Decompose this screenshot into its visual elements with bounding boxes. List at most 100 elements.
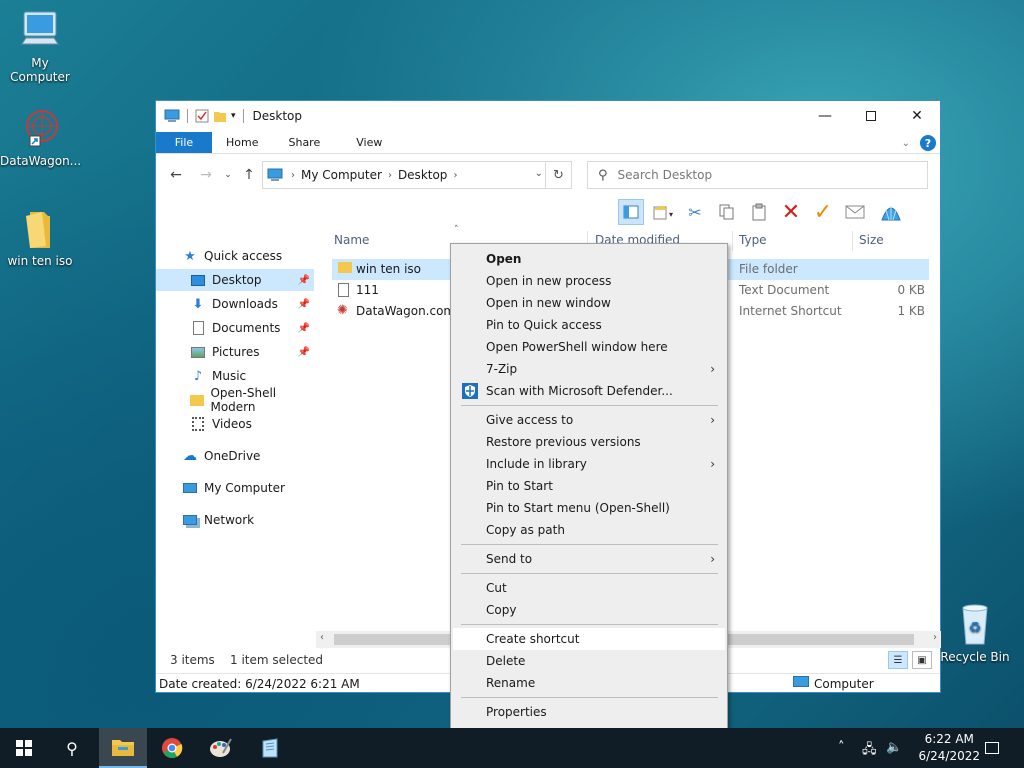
tab-view[interactable]: View xyxy=(342,132,396,153)
address-bar[interactable]: › My Computer › Desktop › ⌄ ↻ xyxy=(262,161,572,189)
maximize-button[interactable] xyxy=(848,101,894,131)
shell-icon xyxy=(881,206,901,221)
nav-item-documents[interactable]: Documents 📌 xyxy=(156,317,314,339)
tab-share[interactable]: Share xyxy=(274,132,342,153)
desktop-icon-my-computer[interactable]: My Computer xyxy=(0,10,80,84)
pin-icon[interactable]: 📌 xyxy=(298,347,310,358)
menu-item-delete[interactable]: Delete xyxy=(453,650,725,672)
breadcrumb-my-computer[interactable]: My Computer xyxy=(301,168,382,182)
menu-item-pin-to-start-menu-open-shell[interactable]: Pin to Start menu (Open-Shell) xyxy=(453,497,725,519)
close-button[interactable]: ✕ xyxy=(894,101,940,131)
menu-item-7zip[interactable]: 7-Zip › xyxy=(453,358,725,380)
large-icons-view-button[interactable]: ▣ xyxy=(912,651,932,669)
nav-item-videos[interactable]: Videos xyxy=(156,413,314,435)
menu-item-cut[interactable]: Cut xyxy=(453,577,725,599)
email-button[interactable] xyxy=(842,199,868,225)
shell-button[interactable] xyxy=(878,199,904,225)
expand-ribbon-icon[interactable]: ⌄ xyxy=(902,138,910,149)
menu-item-properties[interactable]: Properties xyxy=(453,701,725,723)
taskbar-notepad[interactable] xyxy=(246,728,294,768)
tab-home[interactable]: Home xyxy=(212,132,274,153)
nav-label: Downloads xyxy=(212,297,278,311)
copy-button[interactable] xyxy=(714,199,740,225)
system-clock[interactable]: 6:22 AM 6/24/2022 xyxy=(918,731,980,765)
menu-item-open-in-new-window[interactable]: Open in new window xyxy=(453,292,725,314)
menu-item-include-in-library[interactable]: Include in library › xyxy=(453,453,725,475)
new-folder-icon[interactable] xyxy=(213,109,227,123)
pin-icon[interactable]: 📌 xyxy=(298,299,310,310)
scroll-right-icon[interactable]: › xyxy=(933,632,937,643)
desktop-icon-recycle-bin[interactable]: ♻ Recycle Bin xyxy=(935,602,1015,664)
chevron-right-icon[interactable]: › xyxy=(453,170,457,181)
back-button[interactable]: ← xyxy=(166,165,186,185)
file-name: win ten iso xyxy=(356,262,422,276)
menu-item-open-in-new-process[interactable]: Open in new process xyxy=(453,270,725,292)
menu-item-scan-defender[interactable]: Scan with Microsoft Defender... xyxy=(453,380,725,402)
chevron-down-icon[interactable]: ▾ xyxy=(231,111,236,121)
taskbar-file-explorer[interactable] xyxy=(99,728,147,768)
tab-file[interactable]: File xyxy=(156,132,212,153)
search-box[interactable]: ⚲ Search Desktop xyxy=(587,161,928,189)
show-hidden-icons-icon[interactable]: ˄ xyxy=(838,740,845,755)
properties-icon[interactable] xyxy=(195,109,209,123)
back-arrow-icon: ← xyxy=(170,167,182,183)
nav-item-downloads[interactable]: ⬇ Downloads 📌 xyxy=(156,293,314,315)
nav-item-my-computer[interactable]: My Computer xyxy=(156,477,314,499)
column-divider[interactable] xyxy=(852,231,853,251)
date-created: Date created: 6/24/2022 6:21 AM xyxy=(159,677,360,691)
start-button[interactable] xyxy=(0,728,48,768)
menu-item-pin-to-start[interactable]: Pin to Start xyxy=(453,475,725,497)
cut-button[interactable]: ✂ xyxy=(682,199,708,225)
nav-item-pictures[interactable]: Pictures 📌 xyxy=(156,341,314,363)
nav-item-quick-access[interactable]: ★ Quick access xyxy=(156,245,314,267)
volume-icon[interactable]: 🔈 xyxy=(886,740,902,755)
address-dropdown-icon[interactable]: ⌄ xyxy=(535,168,543,179)
pin-icon[interactable]: 📌 xyxy=(298,275,310,286)
chevron-right-icon[interactable]: › xyxy=(388,170,392,181)
network-icon[interactable]: 🖧 xyxy=(862,740,877,762)
view-button[interactable]: ▾ xyxy=(650,199,676,225)
pin-icon[interactable]: 📌 xyxy=(298,323,310,334)
menu-item-open-powershell[interactable]: Open PowerShell window here xyxy=(453,336,725,358)
breadcrumb-desktop[interactable]: Desktop xyxy=(398,168,448,182)
nav-item-music[interactable]: ♪ Music xyxy=(156,365,314,387)
refresh-button[interactable]: ↻ xyxy=(545,162,571,188)
nav-item-network[interactable]: Network xyxy=(156,509,314,531)
menu-item-pin-to-quick-access[interactable]: Pin to Quick access xyxy=(453,314,725,336)
search-button[interactable]: ⚲ xyxy=(48,728,96,768)
column-size[interactable]: Size xyxy=(859,233,884,247)
up-button[interactable]: ↑ xyxy=(239,165,259,185)
chevron-right-icon[interactable]: › xyxy=(291,170,295,181)
menu-item-restore-previous-versions[interactable]: Restore previous versions xyxy=(453,431,725,453)
scroll-left-icon[interactable]: ‹ xyxy=(320,632,324,643)
navigation-pane-button[interactable] xyxy=(618,199,644,225)
desktop-icon-label: win ten iso xyxy=(7,254,73,268)
taskbar-paint[interactable] xyxy=(197,728,245,768)
desktop-icon-datawagon[interactable]: DataWagon... xyxy=(0,108,81,168)
nav-item-onedrive[interactable]: ☁ OneDrive xyxy=(156,445,314,467)
details-view-button[interactable]: ☰ xyxy=(888,651,908,669)
forward-button[interactable]: → xyxy=(196,165,216,185)
menu-item-rename[interactable]: Rename xyxy=(453,672,725,694)
desktop-icon-win-ten-iso[interactable]: win ten iso xyxy=(0,208,80,268)
column-type[interactable]: Type xyxy=(739,233,767,247)
column-name[interactable]: Name xyxy=(334,233,369,247)
menu-item-copy-as-path[interactable]: Copy as path xyxy=(453,519,725,541)
nav-item-desktop[interactable]: Desktop 📌 xyxy=(156,269,314,291)
column-divider[interactable] xyxy=(732,231,733,251)
action-center-button[interactable] xyxy=(976,728,1008,768)
title-bar[interactable]: ▾ Desktop — ✕ xyxy=(156,101,940,131)
taskbar-chrome[interactable] xyxy=(148,728,196,768)
paste-button[interactable] xyxy=(746,199,772,225)
menu-item-send-to[interactable]: Send to › xyxy=(453,548,725,570)
minimize-button[interactable]: — xyxy=(802,101,848,131)
recent-locations-button[interactable]: ⌄ xyxy=(218,165,238,185)
properties-button[interactable]: ✓ xyxy=(810,199,836,225)
menu-item-create-shortcut[interactable]: Create shortcut xyxy=(453,628,725,650)
delete-button[interactable]: ✕ xyxy=(778,199,804,225)
help-icon[interactable]: ? xyxy=(920,135,936,151)
menu-item-open[interactable]: Open xyxy=(453,248,725,270)
menu-item-copy[interactable]: Copy xyxy=(453,599,725,621)
nav-item-open-shell-modern[interactable]: Open-Shell Modern xyxy=(156,386,314,414)
menu-item-give-access-to[interactable]: Give access to › xyxy=(453,409,725,431)
